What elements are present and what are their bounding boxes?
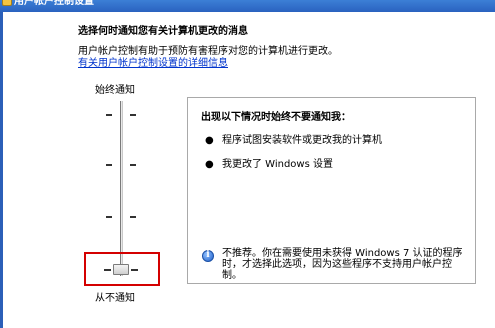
slider-tick-level-3-right xyxy=(130,164,136,166)
bullet-dot: ● xyxy=(205,135,214,146)
slider-tick-level-4-right xyxy=(130,114,136,116)
panel-title: 出现以下情况时始终不要通知我： xyxy=(201,112,351,123)
window-left-border xyxy=(0,12,3,328)
slider-tick-level-4-left xyxy=(106,114,112,116)
slider-bottom-label: 从不通知 xyxy=(95,293,135,304)
page-description: 用户帐户控制有助于预防有害程序对您的计算机进行更改。 xyxy=(78,46,338,57)
page-heading: 选择何时通知您有关计算机更改的消息 xyxy=(78,26,248,37)
shield-icon xyxy=(2,0,12,6)
bullet-item: 我更改了 Windows 设置 xyxy=(222,159,333,170)
slider-tick-level-2-right xyxy=(130,216,136,218)
info-icon xyxy=(202,250,214,262)
slider-top-label: 始终通知 xyxy=(95,85,135,96)
slider-track[interactable] xyxy=(120,101,123,276)
setting-description-panel: 出现以下情况时始终不要通知我： ● 程序试图安装软件或更改我的计算机 ● 我更改… xyxy=(187,97,476,284)
bullet-dot: ● xyxy=(205,159,214,170)
slider-tick-level-3-left xyxy=(106,164,112,166)
recommendation-note: 不推荐。你在需要使用未获得 Windows 7 认证的程序时，才选择此选项，因为… xyxy=(222,248,463,281)
bullet-item: 程序试图安装软件或更改我的计算机 xyxy=(222,135,382,146)
slider-tick-level-2-left xyxy=(106,216,112,218)
window-titlebar: 用户帐户控制设置 xyxy=(0,0,495,12)
uac-details-link[interactable]: 有关用户帐户控制设置的详细信息 xyxy=(78,58,228,70)
slider-highlight-box xyxy=(84,252,160,286)
window-title: 用户帐户控制设置 xyxy=(14,0,94,7)
